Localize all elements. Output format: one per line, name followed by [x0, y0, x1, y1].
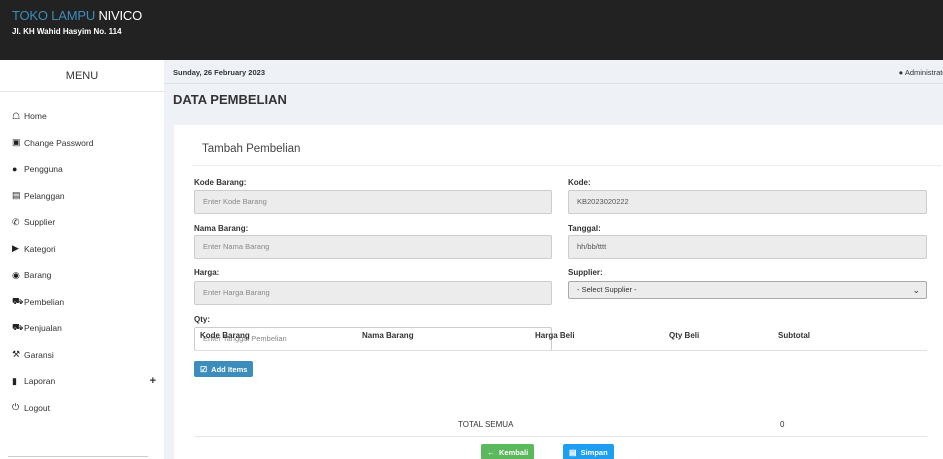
brand-name-part2: NIVICO [98, 8, 143, 23]
chevron-down-icon: ⌄ [912, 285, 920, 295]
power-icon: ⏻ [12, 402, 20, 413]
tanggal-label: Tanggal: [568, 224, 601, 233]
back-label: Kembali [499, 447, 529, 457]
add-items-button[interactable]: ☑ Add Items [194, 361, 254, 377]
total-divider [194, 436, 927, 437]
top-header: TOKO LAMPU NIVICO Jl. KH Wahid Hasyim No… [0, 0, 943, 60]
sidebar-item-label: Garansi [24, 349, 54, 360]
home-icon: ☖ [12, 110, 21, 121]
user-icon: ● [898, 68, 904, 77]
nama-barang-input[interactable]: Enter Nama Barang [194, 235, 552, 259]
nama-barang-label: Nama Barang: [194, 224, 249, 233]
table-header-subtotal: Subtotal [778, 331, 810, 340]
tanggal-input[interactable]: hh/bb/tttt [568, 235, 927, 259]
table-header-nama-barang: Nama Barang [362, 331, 414, 340]
sidebar-item-label: Change Password [24, 137, 94, 148]
harga-label: Harga: [194, 268, 220, 277]
wrench-icon: ⚒ [12, 349, 21, 360]
sidebar-item-kategori[interactable]: ▶ Kategori [0, 236, 164, 263]
sidebar-item-label: Kategori [24, 243, 56, 254]
cart-out-icon: ⛟ [12, 322, 24, 333]
table-header-qty-beli: Qty Beli [669, 331, 700, 340]
kode-barang-label: Kode Barang: [194, 178, 247, 187]
expand-icon[interactable]: + [150, 375, 156, 387]
sidebar-item-label: Supplier [24, 217, 56, 228]
table-header-kode-barang: Kode Barang [200, 331, 250, 340]
save-icon: ▤ [569, 447, 577, 457]
sidebar-item-home[interactable]: ☖ Home [0, 103, 164, 130]
sidebar-item-label: Barang [24, 270, 52, 281]
kode-input[interactable]: KB2023020222 [568, 190, 927, 214]
sidebar-item-garansi[interactable]: ⚒ Garansi [0, 342, 164, 369]
kode-label: Kode: [568, 178, 591, 187]
harga-input[interactable]: Enter Harga Barang [194, 281, 552, 305]
total-label: TOTAL SEMUA [458, 420, 514, 429]
back-button[interactable]: ← Kembali [481, 444, 535, 459]
box-divider [192, 165, 942, 166]
save-label: Simpan [580, 447, 608, 457]
user-menu[interactable]: ● Administrator [899, 68, 943, 77]
sidebar-item-label: Logout [24, 402, 50, 413]
brand-logo[interactable]: TOKO LAMPU NIVICO [12, 8, 142, 23]
sidebar-item-label: Pelanggan [24, 190, 65, 201]
brand-name-part1: TOKO LAMPU [12, 8, 96, 23]
table-header-divider [194, 350, 927, 351]
user-icon: ● [12, 164, 18, 175]
sidebar-item-pengguna[interactable]: ● Pengguna [0, 156, 164, 183]
list-icon: ▤ [12, 190, 21, 201]
arrow-left-icon: ← [487, 447, 495, 457]
sidebar-item-logout[interactable]: ⏻ Logout [0, 395, 164, 422]
store-address: Jl. KH Wahid Hasyim No. 114 [12, 27, 122, 36]
main-content: Sunday, 26 February 2023 ● Administrator… [164, 60, 943, 459]
qty-label: Qty: [194, 315, 210, 324]
box-title: Tambah Pembelian [202, 143, 301, 155]
table-header-harga-beli: Harga Beli [535, 331, 575, 340]
user-name: Administrator [904, 68, 943, 77]
sidebar-item-label: Penjualan [24, 323, 62, 334]
total-value: 0 [780, 420, 785, 429]
sidebar: MENU ☖ Home ▣ Change Password ● Pengguna… [0, 60, 164, 459]
sidebar-item-label: Pengguna [24, 164, 63, 175]
sidebar-item-change-password[interactable]: ▣ Change Password [0, 130, 164, 157]
sidebar-item-label: Home [24, 111, 47, 122]
sidebar-divider [8, 456, 148, 457]
supplier-select[interactable]: - Select Supplier - ⌄ [568, 281, 927, 299]
supplier-selected-value: - Select Supplier - [577, 285, 637, 294]
lock-icon: ▣ [12, 137, 21, 148]
add-items-label: Add Items [211, 364, 248, 374]
date-bar: Sunday, 26 February 2023 ● Administrator [164, 60, 943, 84]
sidebar-item-supplier[interactable]: ✆ Supplier [0, 209, 164, 236]
sidebar-item-laporan[interactable]: ▮ Laporan + [0, 368, 164, 395]
sidebar-nav: ☖ Home ▣ Change Password ● Pengguna ▤ Pe… [0, 103, 164, 421]
cart-icon: ⛟ [12, 295, 24, 306]
file-icon: ▮ [12, 375, 17, 386]
kode-barang-input[interactable]: Enter Kode Barang [194, 190, 552, 214]
sidebar-item-pembelian[interactable]: ⛟ Pembelian [0, 289, 164, 316]
sidebar-item-barang[interactable]: ◉ Barang [0, 262, 164, 289]
tag-icon: ▶ [12, 243, 19, 254]
current-date: Sunday, 26 February 2023 [173, 68, 265, 77]
phone-icon: ✆ [12, 216, 20, 227]
save-button[interactable]: ▤ Simpan [563, 444, 614, 459]
page-title: DATA PEMBELIAN [173, 92, 287, 107]
sidebar-item-label: Laporan [24, 376, 56, 387]
box-icon: ◉ [12, 269, 20, 280]
supplier-label: Supplier: [568, 268, 603, 277]
sidebar-item-label: Pembelian [24, 296, 65, 307]
menu-title: MENU [0, 60, 164, 92]
sidebar-item-pelanggan[interactable]: ▤ Pelanggan [0, 183, 164, 210]
check-square-icon: ☑ [200, 364, 208, 374]
sidebar-item-penjualan[interactable]: ⛟ Penjualan [0, 315, 164, 342]
